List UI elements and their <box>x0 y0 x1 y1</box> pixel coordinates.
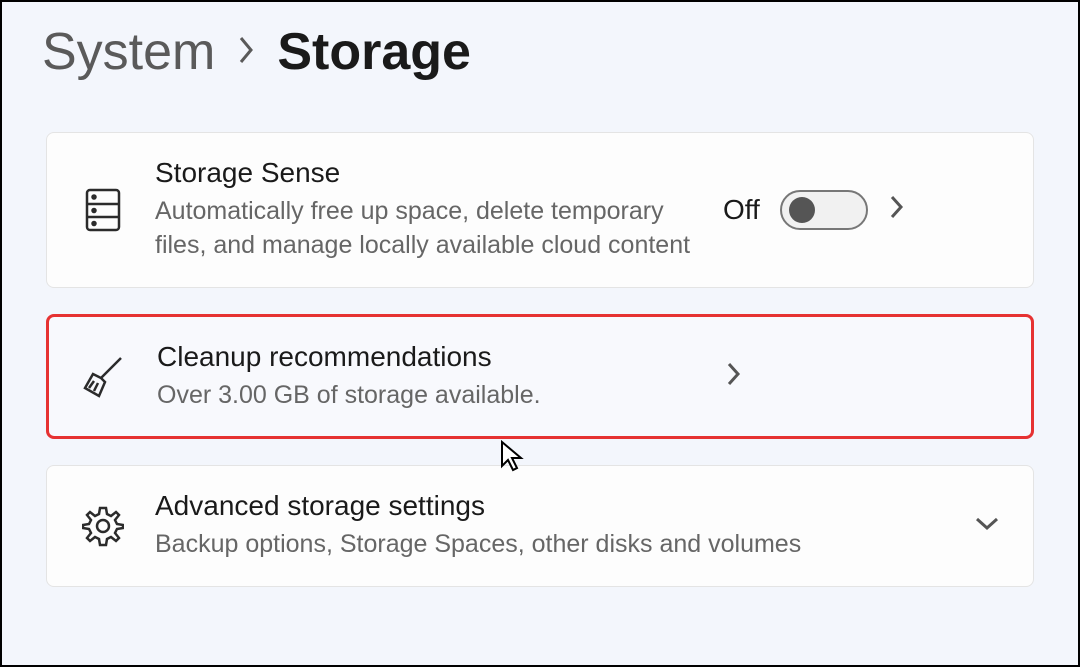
card-subtitle: Automatically free up space, delete temp… <box>155 195 695 263</box>
card-list: Storage Sense Automatically free up spac… <box>2 132 1078 587</box>
toggle-state-label: Off <box>723 194 760 226</box>
broom-icon <box>81 352 129 400</box>
card-text: Storage Sense Automatically free up spac… <box>155 157 695 263</box>
card-text: Advanced storage settings Backup options… <box>155 490 945 562</box>
advanced-storage-settings-card[interactable]: Advanced storage settings Backup options… <box>46 465 1034 587</box>
gear-icon <box>79 502 127 550</box>
card-title: Storage Sense <box>155 157 695 189</box>
breadcrumb-parent[interactable]: System <box>42 22 215 82</box>
drive-icon <box>79 186 127 234</box>
card-text: Cleanup recommendations Over 3.00 GB of … <box>157 341 697 413</box>
storage-sense-card[interactable]: Storage Sense Automatically free up spac… <box>46 132 1034 288</box>
chevron-right-icon <box>235 34 257 71</box>
card-controls <box>725 360 743 393</box>
cleanup-recommendations-card[interactable]: Cleanup recommendations Over 3.00 GB of … <box>46 314 1034 440</box>
toggle-knob <box>789 197 815 223</box>
chevron-right-icon <box>725 360 743 393</box>
card-controls: Off <box>723 190 906 230</box>
card-subtitle: Over 3.00 GB of storage available. <box>157 379 697 413</box>
storage-sense-toggle[interactable] <box>780 190 868 230</box>
card-title: Cleanup recommendations <box>157 341 697 373</box>
breadcrumb-current: Storage <box>277 22 471 82</box>
chevron-down-icon <box>973 515 1001 538</box>
card-subtitle: Backup options, Storage Spaces, other di… <box>155 528 945 562</box>
card-controls <box>973 515 1001 538</box>
chevron-right-icon <box>888 193 906 226</box>
card-title: Advanced storage settings <box>155 490 945 522</box>
breadcrumb: System Storage <box>2 2 1078 112</box>
